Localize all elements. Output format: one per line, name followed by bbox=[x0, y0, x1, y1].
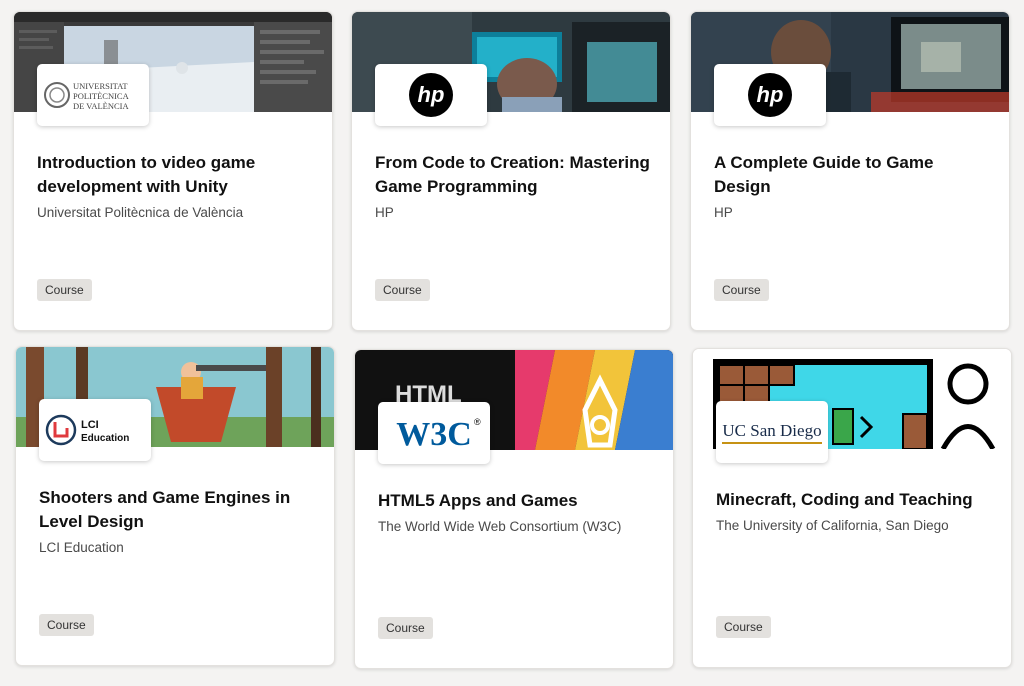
svg-text:W3C: W3C bbox=[396, 416, 472, 453]
course-type-badge: Course bbox=[375, 279, 430, 301]
ucsd-logo-text: UC San Diego bbox=[722, 421, 822, 444]
partner-logo: UC San Diego bbox=[716, 401, 828, 463]
partner-logo: hp bbox=[714, 64, 826, 126]
w3c-logo-icon: W3C ® bbox=[396, 416, 481, 453]
course-type-badge: Course bbox=[714, 279, 769, 301]
course-type-badge: Course bbox=[37, 279, 92, 301]
course-partner: LCI Education bbox=[39, 540, 124, 555]
course-title: HTML5 Apps and Games bbox=[378, 491, 578, 510]
course-card-game-design[interactable]: hp A Complete Guide to Game Design HP Co… bbox=[690, 11, 1010, 331]
svg-text:®: ® bbox=[474, 417, 481, 427]
partner-logo: UNIVERSITAT POLITÈCNICA DE VALÈNCIA bbox=[37, 64, 149, 126]
partner-logo: hp bbox=[375, 64, 487, 126]
course-type-badge: Course bbox=[378, 617, 433, 639]
course-title: Introduction to video game development w… bbox=[37, 153, 256, 196]
svg-text:hp: hp bbox=[418, 82, 445, 107]
course-type-badge: Course bbox=[39, 614, 94, 636]
course-card-html5[interactable]: HTML W3C ® HTML5 Apps and Games The Worl… bbox=[354, 349, 674, 669]
course-type-badge: Course bbox=[716, 616, 771, 638]
course-card-shooters[interactable]: LCI Education Shooters and Game Engines … bbox=[15, 346, 335, 666]
partner-logo: LCI Education bbox=[39, 399, 151, 461]
course-card-code-to-creation[interactable]: hp From Code to Creation: Mastering Game… bbox=[351, 11, 671, 331]
course-title: From Code to Creation: Mastering Game Pr… bbox=[375, 153, 650, 196]
svg-text:Education: Education bbox=[81, 433, 129, 444]
course-card-minecraft[interactable]: UC San Diego Minecraft, Coding and Teach… bbox=[692, 348, 1012, 668]
svg-text:LCI: LCI bbox=[81, 419, 99, 431]
course-title: Shooters and Game Engines in Level Desig… bbox=[39, 488, 291, 531]
hp-logo-icon: hp bbox=[748, 73, 792, 117]
course-title: A Complete Guide to Game Design bbox=[714, 153, 934, 196]
course-title: Minecraft, Coding and Teaching bbox=[716, 490, 973, 509]
lci-logo-icon: LCI Education bbox=[45, 414, 129, 446]
logo-line2: POLITÈCNICA bbox=[73, 91, 130, 101]
course-card-unity[interactable]: UNIVERSITAT POLITÈCNICA DE VALÈNCIA Intr… bbox=[13, 11, 333, 331]
hp-logo-icon: hp bbox=[409, 73, 453, 117]
course-partner: The World Wide Web Consortium (W3C) bbox=[378, 519, 622, 534]
course-partner: Universitat Politècnica de València bbox=[37, 205, 244, 220]
svg-text:hp: hp bbox=[757, 82, 784, 107]
course-partner: HP bbox=[375, 205, 394, 220]
logo-line3: DE VALÈNCIA bbox=[73, 101, 130, 111]
logo-line1: UNIVERSITAT bbox=[73, 81, 128, 91]
course-partner: The University of California, San Diego bbox=[716, 518, 949, 533]
course-partner: HP bbox=[714, 205, 733, 220]
upv-logo-icon: UNIVERSITAT POLITÈCNICA DE VALÈNCIA bbox=[44, 81, 130, 111]
partner-logo: W3C ® bbox=[378, 402, 490, 464]
